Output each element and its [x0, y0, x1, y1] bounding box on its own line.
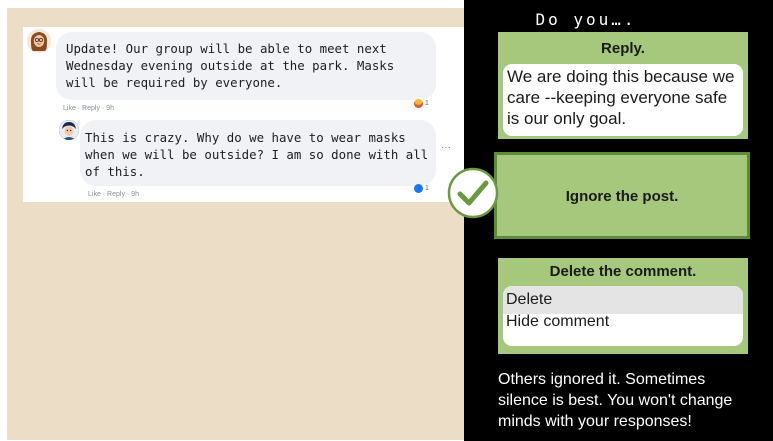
comment-text: This is crazy. Why do we have to wear ma… — [85, 130, 429, 179]
comment-bubble: This is crazy. Why do we have to wear ma… — [80, 120, 436, 186]
comment-reaction-count: 1 — [425, 185, 429, 192]
option-ignore[interactable]: Ignore the post. — [494, 152, 750, 239]
delete-menu: Delete Hide comment — [503, 286, 743, 346]
option-reply[interactable]: Reply. We are doing this because we care… — [498, 32, 748, 139]
like-icon — [414, 184, 423, 193]
reply-text-box: We are doing this because we care --keep… — [503, 64, 743, 136]
post-text: Update! Our group will be able to meet n… — [66, 41, 395, 90]
post-meta[interactable]: Like · Reply · 9h — [63, 105, 114, 112]
bitmoji-man-icon — [59, 120, 79, 140]
post-author-avatar[interactable] — [27, 29, 51, 53]
question-heading: Do you…. — [535, 10, 637, 29]
comment-reaction[interactable]: 1 — [414, 184, 429, 193]
bitmoji-woman-icon — [27, 29, 51, 53]
post-bubble: Update! Our group will be able to meet n… — [56, 32, 436, 100]
post-reaction[interactable]: 1 — [414, 99, 429, 108]
comment-meta[interactable]: Like · Reply · 9h — [88, 191, 139, 198]
slide: Update! Our group will be able to meet n… — [0, 0, 773, 441]
checkmark-icon — [447, 167, 499, 219]
option-reply-title: Reply. — [601, 40, 645, 57]
menu-item-hide-comment[interactable]: Hide comment — [503, 308, 743, 336]
option-delete[interactable]: Delete the comment. Delete Hide comment — [498, 258, 748, 354]
haha-emoji-icon — [414, 99, 423, 108]
option-delete-title: Delete the comment. — [549, 263, 697, 280]
more-options-icon[interactable]: ··· — [441, 142, 451, 153]
feedback-text: Others ignored it. Sometimes silence is … — [498, 371, 733, 430]
post-reaction-count: 1 — [425, 100, 429, 107]
option-ignore-title: Ignore the post. — [565, 188, 679, 205]
comment-author-avatar[interactable] — [59, 120, 79, 140]
